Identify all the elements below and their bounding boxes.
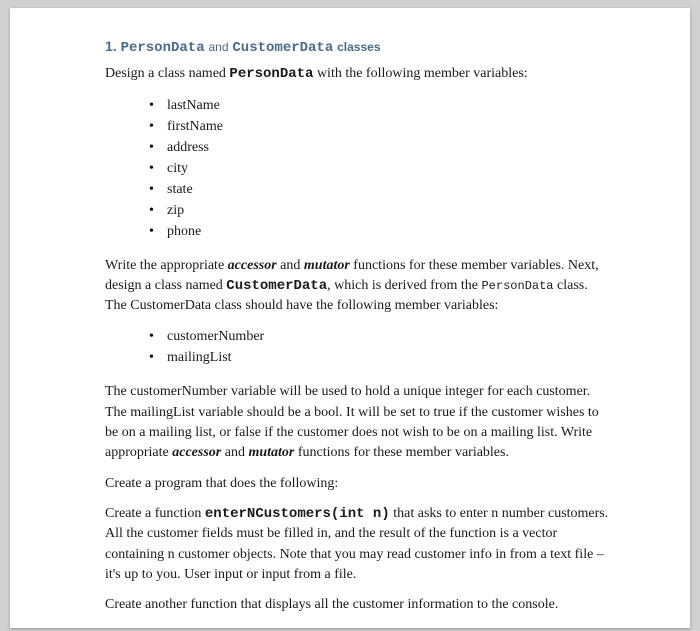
member-list-1: lastName firstName address city state zi… [145,95,610,242]
p5-t1: Create a function [105,506,205,521]
p3-t2: and [221,445,248,460]
heading-class1: PersonData [121,40,205,56]
section-heading: 1. PersonData and CustomerData classes [105,36,610,58]
paragraph-4: Create a program that does the following… [105,474,610,494]
list-item: firstName [145,116,610,137]
p2-accessor: accessor [228,258,277,273]
heading-and: and [208,40,228,54]
list-item: address [145,137,610,158]
heading-tail: classes [337,40,380,54]
p2-t2: and [277,258,304,273]
p1-code: PersonData [229,66,313,82]
document-page: 1. PersonData and CustomerData classes D… [10,8,690,628]
p3-t3: functions for these member variables. [294,445,509,460]
p2-code1: CustomerData [226,278,327,294]
heading-class2: CustomerData [232,40,333,56]
paragraph-3: The customerNumber variable will be used… [105,382,610,463]
member-list-2: customerNumber mailingList [145,326,610,368]
list-item: lastName [145,95,610,116]
list-item: state [145,179,610,200]
list-item: mailingList [145,347,610,368]
list-item: customerNumber [145,326,610,347]
list-item: city [145,158,610,179]
heading-number: 1. [105,38,117,54]
p2-t1: Write the appropriate [105,258,228,273]
p1-post: with the following member variables: [313,66,527,81]
paragraph-6: Create another function that displays al… [105,595,610,615]
p2-mutator: mutator [304,258,350,273]
p1-pre: Design a class named [105,66,229,81]
p3-mutator: mutator [248,445,294,460]
list-item: phone [145,221,610,242]
paragraph-1: Design a class named PersonData with the… [105,64,610,84]
paragraph-5: Create a function enterNCustomers(int n)… [105,504,610,585]
p3-accessor: accessor [172,445,221,460]
p2-t4: , which is derived from the [327,278,481,293]
list-item: zip [145,200,610,221]
p2-code2: PersonData [481,279,553,293]
paragraph-2: Write the appropriate accessor and mutat… [105,256,610,317]
p5-code: enterNCustomers(int n) [205,506,390,522]
